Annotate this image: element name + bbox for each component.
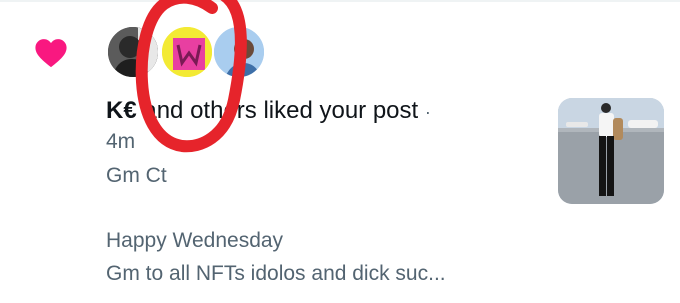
post-image — [558, 98, 664, 204]
post-text-line: Gm to all NFTs idolos and dick suc... — [106, 262, 446, 285]
source-label: Gm Ct — [106, 164, 167, 187]
post-text-line: Happy Wednesday — [106, 229, 284, 252]
avatar[interactable] — [106, 25, 160, 79]
notification-summary: K€ and others liked your post · — [106, 94, 431, 129]
summary-text: others liked your post — [190, 97, 419, 124]
avatar-person-image — [108, 27, 158, 77]
summary-and: and — [143, 97, 184, 124]
w-logo-icon — [162, 27, 212, 77]
separator-dot: · — [424, 102, 431, 122]
avatar-profile-image — [214, 27, 264, 77]
avatar[interactable] — [160, 25, 214, 79]
heart-icon — [35, 39, 67, 68]
timestamp: 4m — [106, 130, 136, 153]
avatar[interactable] — [212, 25, 266, 79]
actor-name[interactable]: K€ — [106, 97, 137, 124]
like-notification[interactable]: K€ and others liked your post · 4m Gm Ct… — [0, 0, 680, 303]
post-thumbnail[interactable] — [558, 98, 664, 204]
